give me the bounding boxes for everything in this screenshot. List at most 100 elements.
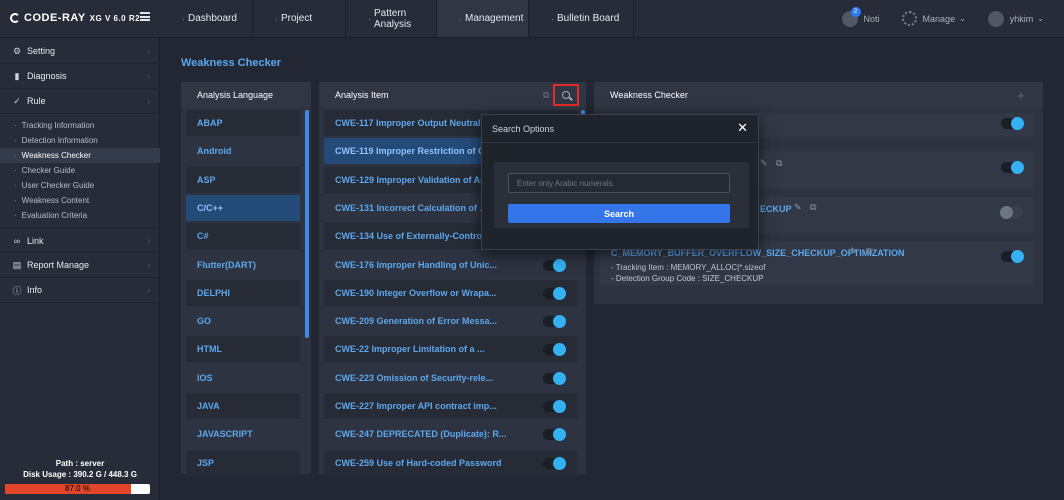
user-avatar-icon: [987, 10, 1004, 27]
gear-icon: [901, 11, 917, 26]
sidebar-sub-tracking-information[interactable]: · Tracking Information: [0, 118, 160, 133]
language-item[interactable]: C/C++: [186, 194, 300, 221]
language-item[interactable]: GO: [186, 308, 300, 335]
sidebar-sub-weakness-checker[interactable]: · Weakness Checker: [0, 148, 160, 163]
app-logo[interactable]: CODE-RAY XG V 6.0 R2: [10, 10, 140, 26]
external-link-icon[interactable]: ⧉: [776, 158, 782, 169]
edit-icon[interactable]: ✎: [760, 158, 768, 169]
link-icon: ∞: [13, 235, 21, 246]
sidebar-sub-detection-information[interactable]: · Detection Information: [0, 133, 160, 148]
analysis-item[interactable]: CWE-227 Improper API contract imp...: [324, 393, 577, 419]
language-item[interactable]: IOS: [186, 364, 300, 391]
analysis-item-toggle[interactable]: [543, 371, 566, 385]
sidebar: ⚙ Setting › ▮ Diagnosis › ✓ Rule › · Trac…: [0, 38, 160, 500]
language-item[interactable]: JSP: [186, 449, 300, 476]
search-number-input[interactable]: [508, 173, 730, 193]
sidebar-sub-checker-guide[interactable]: · Checker Guide: [0, 163, 160, 178]
weakness-toggle[interactable]: [1001, 161, 1024, 174]
notifications-button[interactable]: 2 Noti: [841, 6, 880, 27]
chevron-right-icon: ›: [147, 285, 150, 295]
analysis-item-toggle[interactable]: [543, 428, 566, 442]
sidebar-sub-evaluation-criteria[interactable]: · Evaluation Criteria: [0, 208, 160, 223]
toggle-knob: [1011, 117, 1024, 130]
sidebar-sub-label: User Checker Guide: [21, 181, 95, 190]
sidebar-item-label: Link: [27, 235, 44, 246]
nav-management[interactable]: · Management: [437, 0, 529, 37]
analysis-item-toggle[interactable]: [543, 315, 566, 329]
edit-icon[interactable]: ✎: [850, 246, 858, 257]
modal-body: Search: [494, 162, 749, 228]
sidebar-item-label: Rule: [27, 96, 46, 106]
nav-bulletin-board[interactable]: · Bulletin Board: [529, 0, 634, 37]
nav-label: Project: [281, 13, 313, 24]
sidebar-item-rule[interactable]: ✓ Rule ›: [0, 89, 160, 114]
sidebar-sub-label: Checker Guide: [21, 166, 76, 175]
toggle-knob: [1011, 161, 1024, 174]
top-bar: CODE-RAY XG V 6.0 R2 · Dashboard · Project…: [0, 0, 1064, 38]
sidebar-item-setting[interactable]: ⚙ Setting ›: [0, 39, 160, 64]
export-icon[interactable]: ⧉: [543, 90, 549, 101]
chevron-right-icon: ›: [147, 260, 150, 270]
add-icon[interactable]: +: [1017, 88, 1025, 103]
toggle-knob: [553, 400, 566, 413]
analysis-item[interactable]: CWE-223 Omission of Security-rele...: [324, 364, 577, 391]
sidebar-item-label: Info: [27, 285, 43, 295]
check-circle-icon: ✓: [13, 95, 21, 106]
analysis-item-toggle[interactable]: [543, 400, 566, 413]
weakness-toggle[interactable]: [1001, 250, 1024, 263]
analysis-item[interactable]: CWE-176 Improper Handling of Unic...: [324, 251, 577, 278]
main-nav: · Dashboard · Project · Pattern Analysis · M…: [160, 0, 634, 37]
bell-icon: 2: [841, 6, 861, 27]
language-item[interactable]: Android: [186, 138, 300, 165]
language-item[interactable]: JAVA: [186, 393, 300, 419]
server-info: Path : server Disk Usage : 390.2 G / 448…: [0, 458, 160, 480]
language-item[interactable]: DELPHI: [186, 279, 300, 306]
nav-project[interactable]: · Project: [253, 0, 346, 37]
nav-label: Pattern Analysis: [374, 7, 412, 30]
weakness-toggle[interactable]: [1001, 117, 1024, 130]
sidebar-item-info[interactable]: ⓘ Info ›: [0, 278, 160, 303]
sidebar-sub-user-checker-guide[interactable]: · User Checker Guide: [0, 178, 160, 193]
sidebar-item-link[interactable]: ∞ Link ›: [0, 228, 160, 253]
sidebar-item-label: Report Manage: [27, 260, 90, 270]
edit-icon[interactable]: ✎: [794, 202, 802, 213]
language-item[interactable]: HTML: [186, 336, 300, 363]
toggle-knob: [1000, 206, 1013, 219]
analysis-item[interactable]: CWE-22 Improper Limitation of a ...: [324, 336, 577, 363]
weakness-toggle[interactable]: [1000, 206, 1023, 219]
language-item[interactable]: C#: [186, 223, 300, 250]
sidebar-item-report-manage[interactable]: ▤ Report Manage ›: [0, 253, 160, 278]
external-link-icon[interactable]: ⧉: [810, 202, 816, 213]
analysis-item[interactable]: CWE-259 Use of Hard-coded Password: [324, 449, 577, 476]
server-path: Path : server: [55, 459, 105, 468]
analysis-item-toggle[interactable]: [543, 286, 566, 300]
language-item[interactable]: Flutter(DART): [186, 251, 300, 278]
external-link-icon[interactable]: ⧉: [866, 246, 872, 257]
language-item[interactable]: JAVASCRIPT: [186, 421, 300, 448]
analysis-item-toggle[interactable]: [543, 343, 566, 357]
analysis-item[interactable]: CWE-247 DEPRECATED (Duplicate): R...: [324, 421, 577, 448]
analysis-item-toggle[interactable]: [543, 456, 566, 470]
language-list-scrollbar[interactable]: [305, 110, 309, 338]
toggle-knob: [1011, 250, 1024, 263]
manage-menu-button[interactable]: Manage ⌄: [901, 11, 966, 26]
nav-dashboard[interactable]: · Dashboard: [160, 0, 253, 37]
weakness-checker-header: Weakness Checker: [594, 82, 1043, 108]
analysis-item[interactable]: CWE-209 Generation of Error Messa...: [324, 308, 577, 335]
weakness-title[interactable]: ECKUP: [760, 204, 792, 214]
sidebar-sub-weakness-content[interactable]: · Weakness Content: [0, 193, 160, 208]
hamburger-menu-icon[interactable]: [140, 12, 150, 21]
sidebar-item-diagnosis[interactable]: ▮ Diagnosis ›: [0, 64, 160, 89]
language-item[interactable]: ASP: [186, 166, 300, 193]
toggle-knob: [553, 286, 566, 300]
toggle-knob: [553, 258, 566, 272]
chevron-right-icon: ›: [147, 71, 150, 81]
search-options-button[interactable]: [553, 84, 579, 106]
language-item[interactable]: ABAP: [186, 110, 300, 136]
close-icon[interactable]: ✕: [737, 120, 748, 136]
nav-pattern-analysis[interactable]: · Pattern Analysis: [346, 0, 437, 37]
analysis-item-toggle[interactable]: [543, 258, 566, 272]
analysis-item[interactable]: CWE-190 Integer Overflow or Wrapa...: [324, 279, 577, 306]
search-button[interactable]: Search: [508, 204, 730, 223]
user-menu-button[interactable]: yhkim ⌄: [987, 10, 1044, 27]
